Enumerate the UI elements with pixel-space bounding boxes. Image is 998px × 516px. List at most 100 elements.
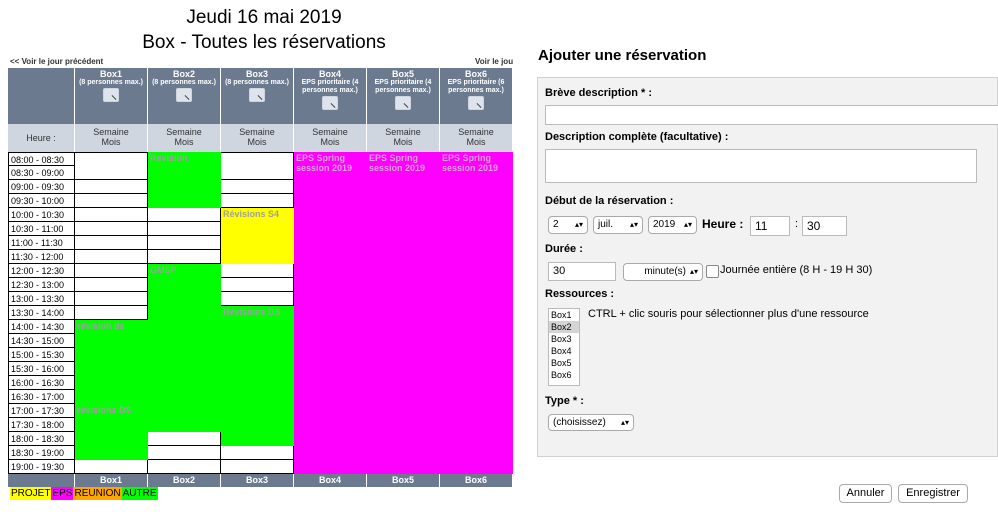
empty-slot-cell[interactable] [75,264,148,278]
empty-slot-cell[interactable] [75,236,148,250]
empty-slot-cell[interactable] [148,460,221,474]
month-view-link[interactable]: Mois [75,137,147,147]
resource-option[interactable]: Box5 [549,357,579,369]
all-day-checkbox[interactable] [706,265,719,278]
minute-input[interactable]: 30 [802,216,847,236]
empty-slot-cell[interactable] [75,250,148,264]
empty-slot-cell[interactable] [75,194,148,208]
reservation-block[interactable]: Révisions S4 [221,208,294,264]
room-header-4[interactable]: Box4 EPS prioritaire (4 personnes max.) [294,68,367,124]
week-view-link[interactable]: Semaine [75,127,147,137]
cancel-button[interactable]: Annuler [839,484,892,503]
duration-label: Durée : [545,243,583,255]
room-header-1[interactable]: Box1 (8 personnes max.) [75,68,148,124]
week-view-link[interactable]: Semaine [294,127,366,137]
empty-slot-cell[interactable] [75,292,148,306]
reservation-block[interactable]: Revision [148,152,221,208]
room-info-icon[interactable] [249,88,265,102]
hour-label: Heure : [702,217,744,231]
room-view-links: Semaine Mois [367,124,440,152]
resource-option[interactable]: Box3 [549,333,579,345]
time-slot-label: 11:30 - 12:00 [8,250,75,264]
empty-slot-cell[interactable] [148,446,221,460]
room-info-icon[interactable] [468,96,484,110]
reservation-block[interactable]: GMSP [148,264,221,432]
room-info-icon[interactable] [395,96,411,110]
empty-slot-cell[interactable] [75,222,148,236]
room-info-icon[interactable] [176,88,192,102]
type-label: Type * : [545,395,584,407]
empty-slot-cell[interactable] [221,194,294,208]
next-day-link[interactable]: Voir le jou [475,57,513,66]
empty-slot-cell[interactable] [221,446,294,460]
save-button[interactable]: Enregistrer [898,484,968,503]
room-header-2[interactable]: Box2 (8 personnes max.) [148,68,221,124]
room-header-5[interactable]: Box5 EPS prioritaire (4 personnes max.) [367,68,440,124]
year-select[interactable]: 2019 ▴▾ [648,216,697,234]
all-day-label: Journée entière (8 H - 19 H 30) [720,264,873,276]
room-header-3[interactable]: Box3 (8 personnes max.) [221,68,294,124]
resource-option[interactable]: Box1 [549,309,579,321]
room-name: Box3 [245,69,268,79]
time-slot-label: 14:00 - 14:30 [8,320,75,334]
reservation-block[interactable]: révision ds [75,320,148,404]
room-info-icon[interactable] [322,96,338,110]
duration-unit-select[interactable]: minute(s) ▴▾ [623,263,703,281]
empty-slot-cell[interactable] [75,180,148,194]
empty-slot-cell[interactable] [148,236,221,250]
room-info-icon[interactable] [103,88,119,102]
year-value: 2019 [653,219,676,230]
week-view-link[interactable]: Semaine [367,127,439,137]
resources-listbox[interactable]: Box1 Box2 Box3 Box4 Box5 Box6 [548,308,580,386]
day-select[interactable]: 2 ▴▾ [548,216,588,234]
time-header-label: Heure : [26,133,56,143]
empty-slot-cell[interactable] [75,208,148,222]
empty-slot-cell[interactable] [148,250,221,264]
hour-input[interactable]: 11 [750,216,790,236]
week-view-link[interactable]: Semaine [440,127,512,137]
room-header-6[interactable]: Box6 EPS prioritaire (6 personnes max.) [440,68,513,124]
resource-option[interactable]: Box4 [549,345,579,357]
reservation-block[interactable]: EPS Spring session 2019 [440,152,513,474]
empty-slot-cell[interactable] [221,152,294,167]
empty-slot-cell[interactable] [221,278,294,292]
resource-option[interactable]: Box2 [549,321,579,333]
reservation-block[interactable]: révisions DS [75,404,148,460]
empty-slot-cell[interactable] [221,460,294,474]
month-view-link[interactable]: Mois [148,137,220,147]
month-view-link[interactable]: Mois [367,137,439,147]
empty-slot-cell[interactable] [221,292,294,306]
empty-slot-cell[interactable] [221,180,294,194]
reservation-block[interactable]: EPS Spring session 2019 [367,152,440,474]
month-view-link[interactable]: Mois [440,137,512,147]
empty-slot-cell[interactable] [148,432,221,446]
empty-slot-cell[interactable] [75,460,148,474]
reservation-block[interactable]: EPS Spring session 2019 [294,152,367,474]
form-panel: Brève description * : Description complè… [537,77,998,457]
empty-slot-cell[interactable] [75,152,148,167]
full-description-textarea[interactable] [545,149,977,183]
reservation-block[interactable]: Révisions DS [221,306,294,446]
previous-day-link[interactable]: << Voir le jour précédent [10,57,103,66]
empty-slot-cell[interactable] [75,166,148,180]
month-view-link[interactable]: Mois [221,137,293,147]
time-slot-label: 17:30 - 18:00 [8,418,75,432]
empty-slot-cell[interactable] [75,278,148,292]
empty-slot-cell[interactable] [221,166,294,180]
duration-input[interactable]: 30 [548,262,616,281]
month-select[interactable]: juil. ▴▾ [593,216,643,234]
week-view-link[interactable]: Semaine [221,127,293,137]
empty-slot-cell[interactable] [221,264,294,278]
empty-slot-cell[interactable] [75,306,148,320]
empty-slot-cell[interactable] [148,208,221,222]
room-description: (8 personnes max.) [152,79,216,86]
month-view-link[interactable]: Mois [294,137,366,147]
room-footer-5: Box5 [367,474,440,487]
duration-unit-value: minute(s) [644,266,686,277]
empty-slot-cell[interactable] [148,222,221,236]
week-view-link[interactable]: Semaine [148,127,220,137]
brief-description-input[interactable] [545,105,998,125]
type-select[interactable]: (choisissez) ▴▾ [548,414,634,431]
resource-option[interactable]: Box6 [549,369,579,381]
time-header-cell: Heure : [8,124,75,152]
